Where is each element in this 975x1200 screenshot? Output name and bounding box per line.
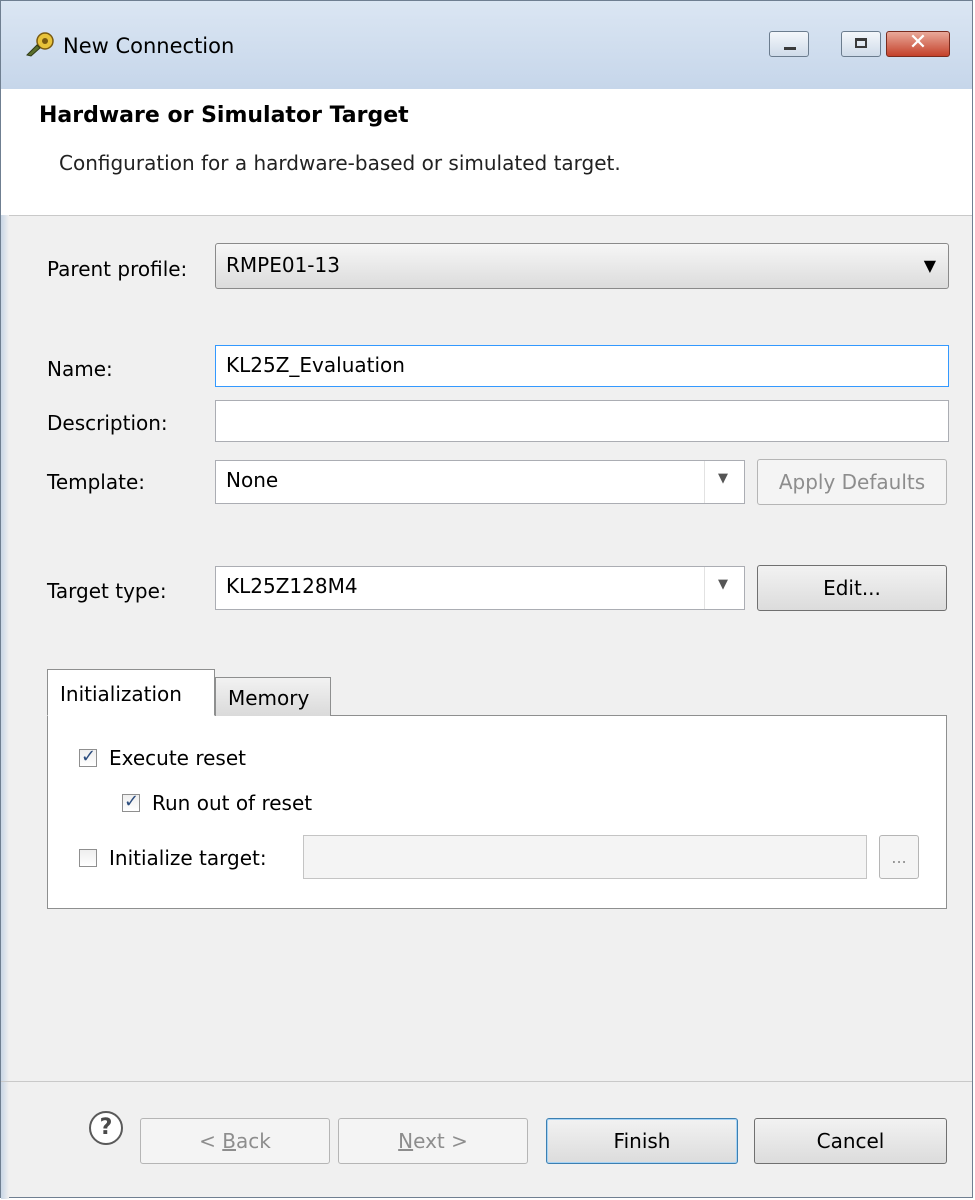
connection-icon bbox=[26, 32, 54, 57]
back-button[interactable]: < Back bbox=[140, 1118, 330, 1164]
help-label: ? bbox=[99, 1115, 113, 1140]
frame-edge bbox=[1, 215, 9, 1199]
dialog-window: New Connection ✕ Hardware or Simulator T… bbox=[0, 0, 973, 1199]
template-select[interactable]: None ▼ bbox=[215, 460, 745, 504]
finish-label: Finish bbox=[613, 1129, 671, 1153]
close-button[interactable]: ✕ bbox=[886, 30, 950, 57]
description-field[interactable] bbox=[215, 400, 949, 442]
edit-button[interactable]: Edit... bbox=[757, 565, 947, 611]
checkmark-icon: ✓ bbox=[81, 746, 97, 767]
initialize-target-checkbox[interactable] bbox=[79, 849, 97, 867]
template-value: None bbox=[226, 468, 279, 492]
target-type-dropdown-button[interactable]: ▼ bbox=[704, 567, 744, 609]
browse-label: ... bbox=[891, 848, 907, 867]
page-title: Hardware or Simulator Target bbox=[39, 103, 409, 128]
wizard-header: Hardware or Simulator Target Configurati… bbox=[1, 89, 972, 216]
tab-memory[interactable]: Memory bbox=[215, 677, 331, 716]
apply-defaults-button[interactable]: Apply Defaults bbox=[757, 459, 947, 505]
chevron-down-icon: ▼ bbox=[923, 256, 936, 275]
target-type-select[interactable]: KL25Z128M4 ▼ bbox=[215, 566, 745, 610]
cancel-label: Cancel bbox=[816, 1129, 885, 1153]
name-value: KL25Z_Evaluation bbox=[226, 353, 405, 377]
initialize-target-label: Initialize target: bbox=[109, 846, 267, 870]
edit-label: Edit... bbox=[823, 576, 881, 600]
parent-profile-value: RMPE01-13 bbox=[226, 253, 340, 277]
initialize-target-field[interactable] bbox=[303, 835, 867, 879]
parent-profile-label: Parent profile: bbox=[47, 257, 188, 281]
close-icon: ✕ bbox=[908, 30, 928, 55]
cancel-button[interactable]: Cancel bbox=[754, 1118, 947, 1164]
apply-defaults-label: Apply Defaults bbox=[778, 470, 926, 494]
maximize-icon bbox=[855, 38, 867, 48]
minimize-button[interactable] bbox=[769, 31, 809, 57]
parent-profile-select[interactable]: RMPE01-13 ▼ bbox=[215, 243, 949, 289]
run-out-of-reset-checkbox[interactable]: ✓ bbox=[122, 791, 140, 812]
template-label: Template: bbox=[47, 470, 145, 494]
help-icon[interactable]: ? bbox=[89, 1111, 123, 1145]
chevron-down-icon: ▼ bbox=[718, 577, 728, 592]
tab-initialization-label: Initialization bbox=[60, 682, 182, 706]
description-label: Description: bbox=[47, 411, 168, 435]
next-button[interactable]: Next > bbox=[338, 1118, 528, 1164]
back-label: < Back bbox=[199, 1129, 271, 1153]
page-description: Configuration for a hardware-based or si… bbox=[59, 151, 621, 175]
tab-initialization[interactable]: Initialization bbox=[47, 669, 215, 716]
chevron-down-icon: ▼ bbox=[718, 471, 728, 486]
tab-memory-label: Memory bbox=[228, 686, 310, 710]
window-title: New Connection bbox=[63, 34, 235, 58]
execute-reset-checkbox[interactable]: ✓ bbox=[79, 746, 97, 767]
target-type-value: KL25Z128M4 bbox=[226, 574, 358, 598]
target-type-label: Target type: bbox=[47, 579, 167, 603]
name-field[interactable]: KL25Z_Evaluation bbox=[215, 345, 949, 387]
minimize-icon bbox=[784, 47, 796, 50]
maximize-button[interactable] bbox=[841, 31, 881, 57]
template-dropdown-button[interactable]: ▼ bbox=[704, 461, 744, 503]
finish-button[interactable]: Finish bbox=[546, 1118, 738, 1164]
browse-button[interactable]: ... bbox=[879, 835, 919, 879]
run-out-of-reset-label: Run out of reset bbox=[152, 791, 313, 815]
title-bar: New Connection ✕ bbox=[1, 1, 972, 89]
execute-reset-label: Execute reset bbox=[109, 746, 246, 770]
checkmark-icon: ✓ bbox=[124, 791, 140, 812]
next-label: Next > bbox=[398, 1129, 468, 1153]
name-label: Name: bbox=[47, 357, 113, 381]
footer-divider bbox=[1, 1081, 972, 1082]
